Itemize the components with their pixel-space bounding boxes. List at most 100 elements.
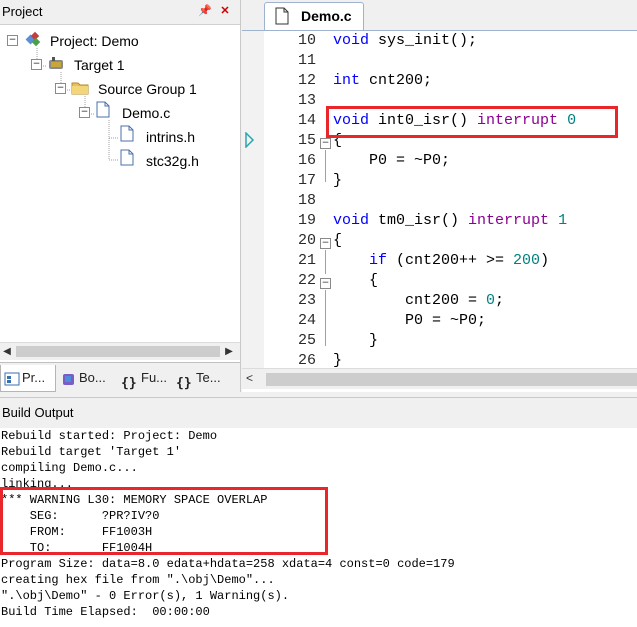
build-output-titlebar: Build Output <box>0 397 637 429</box>
code-token: int <box>333 72 361 89</box>
output-line: ".\obj\Demo" - 0 Error(s), 1 Warning(s). <box>1 589 290 603</box>
code-token: cnt200; <box>360 72 433 89</box>
tree-item-project[interactable]: Project: Demo <box>50 33 139 49</box>
output-line: Program Size: data=8.0 edata+hdata=258 x… <box>1 557 455 571</box>
code-line[interactable]: P0 = ~P0; <box>333 312 486 329</box>
tab-functions[interactable]: {} Fu... <box>118 365 170 391</box>
line-number: 11 <box>297 52 316 69</box>
fold-collapse-icon[interactable]: − <box>320 138 331 149</box>
line-number: 16 <box>297 152 316 169</box>
output-line: Rebuild target 'Target 1' <box>1 445 182 459</box>
scroll-right-icon[interactable]: ▶ <box>222 344 236 359</box>
code-token: 0 <box>486 292 496 309</box>
fold-line <box>325 250 326 274</box>
build-output-body[interactable]: Rebuild started: Project: Demo Rebuild t… <box>0 428 637 627</box>
functions-tab-icon: {} <box>121 375 137 391</box>
editor-margin <box>242 31 264 368</box>
project-icon <box>25 31 41 47</box>
scroll-left-icon[interactable]: < <box>246 371 253 385</box>
tree-collapse-icon[interactable]: − <box>55 83 66 94</box>
code-token: 1 <box>549 212 568 229</box>
highlight-box <box>326 106 618 138</box>
output-line: Rebuild started: Project: Demo <box>1 429 218 443</box>
tree-item-source-group[interactable]: Source Group 1 <box>98 81 197 97</box>
tab-books[interactable]: Bo... <box>58 365 114 391</box>
code-line[interactable]: } <box>333 352 342 369</box>
code-token: 200 <box>513 252 541 269</box>
editor-tab-label: Demo.c <box>301 8 352 24</box>
tree-collapse-icon[interactable]: − <box>79 107 90 118</box>
file-icon <box>96 101 110 118</box>
project-titlebar: Project 📌 ✕ <box>0 0 240 25</box>
code-line[interactable]: } <box>333 172 342 189</box>
output-line: compiling Demo.c... <box>1 461 138 475</box>
fold-line <box>325 290 326 346</box>
code-line[interactable]: cnt200 = 0; <box>333 292 504 309</box>
line-number: 21 <box>297 252 316 269</box>
code-line[interactable]: void tm0_isr() interrupt 1 <box>333 212 567 229</box>
current-line-marker-icon <box>245 132 255 148</box>
line-number: 10 <box>297 32 316 49</box>
tab-label: Pr... <box>22 370 46 385</box>
tab-project[interactable]: Pr... <box>0 365 56 392</box>
folder-icon <box>71 82 89 95</box>
scrollbar-thumb[interactable] <box>266 373 637 386</box>
tree-collapse-icon[interactable]: − <box>7 35 18 46</box>
project-hscrollbar[interactable]: ◀ ▶ <box>0 342 240 360</box>
editor-hscrollbar[interactable]: < <box>242 368 637 389</box>
project-panel-title: Project <box>2 4 43 19</box>
code-line[interactable]: { <box>333 232 342 249</box>
tree-item-demo-c[interactable]: Demo.c <box>122 105 170 121</box>
project-tabs: Pr... Bo... {} Fu... {} Te... <box>0 362 240 393</box>
project-panel: Project 📌 ✕ − Project: Demo − Target 1 −… <box>0 0 241 393</box>
code-line[interactable]: void sys_init(); <box>333 32 477 49</box>
file-icon <box>275 7 289 25</box>
line-number: 15 <box>297 132 316 149</box>
tree-item-stc32g-h[interactable]: stc32g.h <box>146 153 199 169</box>
tab-label: Te... <box>196 370 221 385</box>
line-number: 22 <box>297 272 316 289</box>
line-number: 26 <box>297 352 316 369</box>
line-number: 25 <box>297 332 316 349</box>
line-number: 19 <box>297 212 316 229</box>
books-tab-icon <box>63 373 74 385</box>
line-number: 17 <box>297 172 316 189</box>
file-icon <box>120 149 134 166</box>
line-number: 20 <box>297 232 316 249</box>
tree-item-intrins-h[interactable]: intrins.h <box>146 129 195 145</box>
close-icon[interactable]: ✕ <box>218 4 232 18</box>
tree-item-target[interactable]: Target 1 <box>74 57 125 73</box>
output-line: Build Time Elapsed: 00:00:00 <box>1 605 210 619</box>
code-token: void <box>333 32 370 49</box>
line-number: 14 <box>297 112 316 129</box>
code-token: ; <box>495 292 505 309</box>
code-line[interactable]: } <box>333 332 378 349</box>
highlight-box <box>0 487 328 555</box>
tab-templates[interactable]: {} Te... <box>173 365 233 391</box>
line-number: 18 <box>297 192 316 209</box>
code-token: (cnt200++ >= <box>387 252 514 269</box>
code-token: interrupt <box>468 212 550 229</box>
file-icon <box>120 125 134 142</box>
code-line[interactable]: P0 = ~P0; <box>333 152 450 169</box>
line-number: 13 <box>297 92 316 109</box>
scroll-left-icon[interactable]: ◀ <box>0 344 14 359</box>
tab-label: Bo... <box>79 370 106 385</box>
line-number: 12 <box>297 72 316 89</box>
code-token: sys_init(); <box>369 32 478 49</box>
fold-collapse-icon[interactable]: − <box>320 278 331 289</box>
pin-icon[interactable]: 📌 <box>198 4 212 18</box>
tab-label: Fu... <box>141 370 168 385</box>
code-token: void <box>333 212 370 229</box>
code-token: if <box>333 252 388 269</box>
editor-tab-demo-c[interactable]: Demo.c <box>264 2 364 30</box>
code-line[interactable]: { <box>333 272 378 289</box>
fold-collapse-icon[interactable]: − <box>320 238 331 249</box>
code-line[interactable]: int cnt200; <box>333 72 432 89</box>
scrollbar-thumb[interactable] <box>16 346 220 357</box>
tree-collapse-icon[interactable]: − <box>31 59 42 70</box>
output-line: creating hex file from ".\obj\Demo"... <box>1 573 275 587</box>
code-line[interactable]: if (cnt200++ >= 200) <box>333 252 549 269</box>
code-token: tm0_isr() <box>369 212 469 229</box>
templates-tab-icon: {} <box>176 375 192 391</box>
